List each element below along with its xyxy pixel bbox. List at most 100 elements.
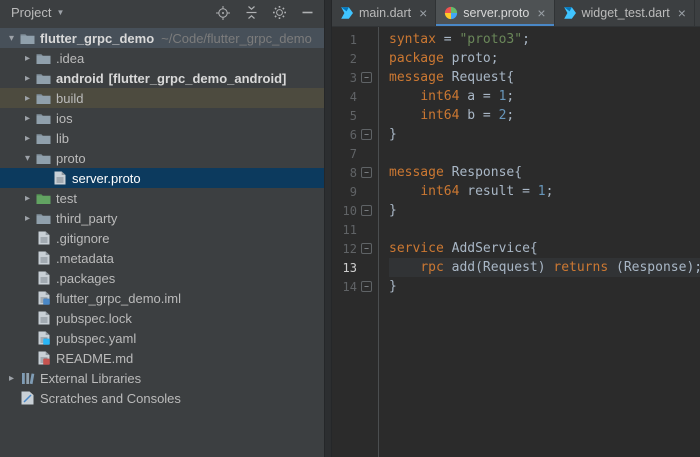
code-line-2[interactable]: package proto; bbox=[389, 49, 700, 68]
tree-item-packages[interactable]: .packages bbox=[0, 268, 324, 288]
tree-item-test[interactable]: ▸ test bbox=[0, 188, 324, 208]
tab-server-proto[interactable]: server.proto × bbox=[436, 0, 555, 26]
tab-widget-test-dart[interactable]: widget_test.dart × bbox=[555, 0, 695, 26]
line-number: 14 bbox=[342, 279, 357, 294]
chevron-right-icon[interactable]: ▸ bbox=[20, 73, 35, 84]
chevron-right-icon[interactable]: ▸ bbox=[20, 53, 35, 64]
chevron-right-icon[interactable]: ▸ bbox=[20, 93, 35, 104]
line-number: 13 bbox=[342, 260, 357, 275]
tree-item-server-proto[interactable]: server.proto bbox=[0, 168, 324, 188]
line-number: 9 bbox=[349, 184, 357, 199]
code-line-11[interactable] bbox=[389, 220, 700, 239]
tree-item-idea[interactable]: ▸ .idea bbox=[0, 48, 324, 68]
chevron-down-icon[interactable]: ▾ bbox=[4, 33, 19, 44]
file-icon bbox=[35, 311, 52, 325]
line-number: 3 bbox=[349, 70, 357, 85]
dart-icon bbox=[563, 6, 577, 20]
collapse-all-icon[interactable] bbox=[243, 5, 259, 21]
tree-item-flutter-grpc-demo-iml[interactable]: flutter_grpc_demo.iml bbox=[0, 288, 324, 308]
code-line-10[interactable]: } bbox=[389, 201, 700, 220]
file-yaml-icon bbox=[35, 331, 52, 345]
line-number: 8 bbox=[349, 165, 357, 180]
fold-marker-icon[interactable]: − bbox=[357, 243, 376, 254]
folder-icon bbox=[35, 72, 52, 85]
line-number: 12 bbox=[342, 241, 357, 256]
project-panel-header: Project ▼ bbox=[0, 0, 324, 25]
tree-item-label: README.md bbox=[56, 350, 134, 366]
code-line-4[interactable]: int64 a = 1; bbox=[389, 87, 700, 106]
tree-item-third-party[interactable]: ▸ third_party bbox=[0, 208, 324, 228]
chevron-down-icon: ▼ bbox=[56, 8, 65, 17]
tree-item-build[interactable]: ▸ build bbox=[0, 88, 324, 108]
chevron-right-icon[interactable]: ▸ bbox=[20, 213, 35, 224]
tree-item-label: ios bbox=[56, 110, 73, 126]
tree-item-proto[interactable]: ▾ proto bbox=[0, 148, 324, 168]
code-line-9[interactable]: int64 result = 1; bbox=[389, 182, 700, 201]
project-panel-toolbar bbox=[215, 5, 315, 21]
tree-item-readme-md[interactable]: README.md bbox=[0, 348, 324, 368]
tree-item-scratches-and-consoles[interactable]: Scratches and Consoles bbox=[0, 388, 324, 408]
tree-item-flutter-grpc-demo[interactable]: ▾ flutter_grpc_demo ~/Code/flutter_grpc_de… bbox=[0, 28, 324, 48]
line-number: 1 bbox=[349, 32, 357, 47]
project-view-selector[interactable]: Project ▼ bbox=[11, 5, 64, 20]
locate-file-icon[interactable] bbox=[215, 5, 231, 21]
fold-marker-icon[interactable]: − bbox=[357, 205, 376, 216]
editor-gutter[interactable]: 1 2 3−4 5 6−7 8−9 10−11 12−13 14− bbox=[332, 27, 379, 457]
fold-marker-icon[interactable]: − bbox=[357, 281, 376, 292]
tree-item-label: lib bbox=[56, 130, 70, 146]
tree-item-ios[interactable]: ▸ ios bbox=[0, 108, 324, 128]
code-line-6[interactable]: } bbox=[389, 125, 700, 144]
code-line-1[interactable]: syntax = "proto3"; bbox=[389, 30, 700, 49]
chevron-right-icon[interactable]: ▸ bbox=[20, 113, 35, 124]
folder-icon bbox=[35, 212, 52, 225]
line-number: 6 bbox=[349, 127, 357, 142]
chevron-right-icon[interactable]: ▸ bbox=[4, 373, 19, 384]
tree-item-label: .idea bbox=[56, 50, 85, 66]
tree-item-label: flutter_grpc_demo bbox=[40, 30, 155, 46]
project-tree: ▾ flutter_grpc_demo ~/Code/flutter_grpc_de… bbox=[0, 25, 324, 457]
folder-icon bbox=[35, 132, 52, 145]
tree-item-gitignore[interactable]: .gitignore bbox=[0, 228, 324, 248]
code-line-12[interactable]: service AddService{ bbox=[389, 239, 700, 258]
panel-splitter[interactable] bbox=[324, 0, 332, 457]
tree-item-label: .packages bbox=[56, 270, 116, 286]
tree-item-external-libraries[interactable]: ▸ External Libraries bbox=[0, 368, 324, 388]
close-tab-icon[interactable]: × bbox=[537, 6, 545, 20]
chevron-right-icon[interactable]: ▸ bbox=[20, 193, 35, 204]
code-line-7[interactable] bbox=[389, 144, 700, 163]
chevron-down-icon[interactable]: ▾ bbox=[20, 153, 35, 164]
tree-item-lib[interactable]: ▸ lib bbox=[0, 128, 324, 148]
code-line-5[interactable]: int64 b = 2; bbox=[389, 106, 700, 125]
close-tab-icon[interactable]: × bbox=[678, 6, 686, 20]
fold-marker-icon[interactable]: − bbox=[357, 72, 376, 83]
code-line-14[interactable]: } bbox=[389, 277, 700, 296]
tree-item-pubspec-lock[interactable]: pubspec.lock bbox=[0, 308, 324, 328]
tree-item-label: android bbox=[56, 70, 104, 86]
proto-icon bbox=[444, 6, 458, 20]
tree-item-label: Scratches and Consoles bbox=[40, 390, 181, 406]
close-tab-icon[interactable]: × bbox=[419, 6, 427, 20]
tree-item-label: build bbox=[56, 90, 84, 106]
editor-tabbar: main.dart × server.proto × widget_test.dart × bbox=[332, 0, 700, 27]
code-editor[interactable]: 1 2 3−4 5 6−7 8−9 10−11 12−13 14− syntax = "prot… bbox=[332, 27, 700, 457]
fold-marker-icon[interactable]: − bbox=[357, 167, 376, 178]
tree-item-label: pubspec.lock bbox=[56, 310, 132, 326]
tree-item-pubspec-yaml[interactable]: pubspec.yaml bbox=[0, 328, 324, 348]
file-icon bbox=[35, 231, 52, 245]
code-line-13[interactable]: rpc add(Request) returns (Response); bbox=[389, 258, 700, 277]
ide-window: { "colors": { "panel_bg": "#3c3f41", "ed… bbox=[0, 0, 700, 457]
code-line-3[interactable]: message Request{ bbox=[389, 68, 700, 87]
fold-marker-icon[interactable]: − bbox=[357, 129, 376, 140]
code-line-8[interactable]: message Response{ bbox=[389, 163, 700, 182]
settings-icon[interactable] bbox=[271, 5, 287, 21]
tree-item-android[interactable]: ▸ android [flutter_grpc_demo_android] bbox=[0, 68, 324, 88]
tree-item-metadata[interactable]: .metadata bbox=[0, 248, 324, 268]
chevron-right-icon[interactable]: ▸ bbox=[20, 133, 35, 144]
hide-panel-icon[interactable] bbox=[299, 5, 315, 21]
panel-title: Project bbox=[11, 5, 52, 20]
folder-icon bbox=[35, 152, 52, 165]
code-content[interactable]: syntax = "proto3"; package proto; message … bbox=[379, 27, 700, 457]
editor-area: main.dart × server.proto × widget_test.dart ×… bbox=[332, 0, 700, 457]
folder-icon bbox=[35, 112, 52, 125]
tab-main-dart[interactable]: main.dart × bbox=[332, 0, 437, 26]
